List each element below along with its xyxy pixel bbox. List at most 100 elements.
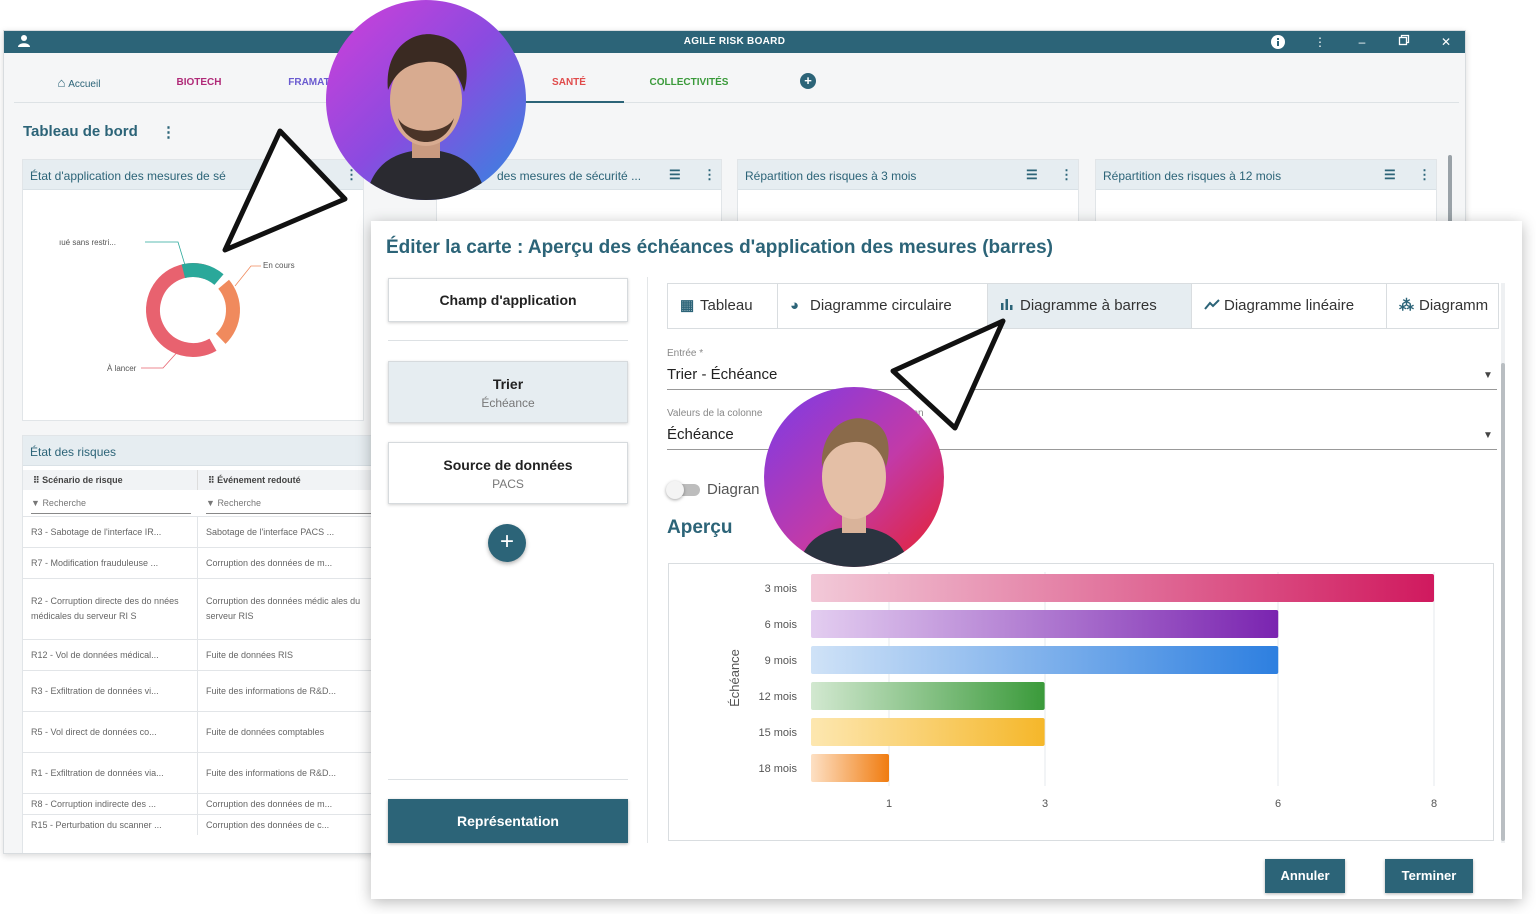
donut-label: ıué sans restri... [59,238,116,247]
more-vertical-icon[interactable]: ⋮ [703,167,716,183]
feared-event-cell: Fuite des informations de R&D... [206,767,337,778]
table-row[interactable]: R3 - Sabotage de l'interface IR... Sabota… [23,516,381,547]
pie-chart-icon: ◕ [790,297,800,314]
feared-event-cell: Fuite des informations de R&D... [206,685,337,696]
bar-chart: 1 3 6 8 3 mois 6 mois 9 mois 12 mois 15 mois 18 m… [727,572,1437,810]
home-icon: ⌂ [57,75,66,90]
more-vertical-icon[interactable]: ⋮ [1060,167,1073,183]
dialog-title: Éditer la carte : Aperçu des échéances d… [386,237,1053,258]
minimize-icon[interactable]: – [1354,34,1370,50]
filter-icon: ▼ [31,498,40,508]
info-icon[interactable] [1270,34,1286,50]
sort-value: Échéance [481,396,535,410]
table-row[interactable]: R15 - Perturbation du scanner ... Corrupt… [23,814,381,835]
preview-title: Aperçu [667,517,733,538]
table-row[interactable]: R3 - Exfiltration de données vi... Fuite … [23,670,381,711]
table-row[interactable]: R12 - Vol de données médical... Fuite de … [23,639,381,670]
tab-diagramme-lineaire[interactable]: Diagramme linéaire [1192,284,1387,328]
tab-label: Diagramme à barres [1020,297,1157,314]
tab-biotech[interactable]: BIOTECH [154,53,244,103]
list-icon[interactable]: ☰ [1384,167,1396,183]
table-row[interactable]: R8 - Corruption indirecte des ... Corrupt… [23,793,381,814]
scatter-chart-icon: ⁂ [1399,297,1414,314]
risk-scenario-cell: R5 - Vol direct de données co... [23,712,198,752]
filter-icon: ▼ [206,498,215,508]
feared-event-cell: Fuite de données comptables [206,726,325,737]
scope-label: Champ d'application [439,292,577,308]
more-vertical-icon[interactable]: ⋮ [1418,167,1431,183]
finish-button[interactable]: Terminer [1385,859,1473,893]
title-bar: AGILE RISK BOARD ⋮ – ✕ [4,31,1465,53]
data-source-label: Source de données [443,457,573,473]
filter-input[interactable]: ▼ Recherche [206,492,376,514]
filter-input[interactable]: ▼ Recherche [31,492,191,514]
add-step-button[interactable]: + [488,524,526,562]
add-tab-button[interactable]: + [796,53,820,103]
divider [388,779,628,780]
list-icon[interactable]: ☰ [669,167,681,183]
table-row[interactable]: R5 - Vol direct de données co... Fuite de… [23,711,381,752]
tab-label: Diagramme circulaire [810,297,952,314]
restore-icon[interactable] [1396,34,1412,50]
feared-event-cell: Corruption des données de m... [206,798,333,809]
toggle-knob[interactable] [666,481,684,499]
tab-label: Diagramm [1419,297,1489,314]
bar[interactable] [811,718,1045,746]
data-source-value: PACS [492,477,524,491]
scrollbar-thumb[interactable] [1501,363,1505,841]
cursor-arrow-icon [222,128,348,253]
y-tick-label: 3 mois [765,583,798,595]
risk-scenario-cell: R12 - Vol de données médical... [23,640,198,670]
x-tick-label: 6 [1275,798,1281,810]
more-vertical-icon[interactable]: ⋮ [1312,34,1328,50]
tab-diagramme-nuage[interactable]: ⁂ Diagramm [1387,284,1498,328]
list-icon[interactable]: ☰ [1026,167,1038,183]
bar[interactable] [811,610,1279,638]
entry-select[interactable]: Trier - Échéance [667,366,777,383]
column-header[interactable]: ⠿ Scénario de risque [23,470,198,490]
column-select[interactable]: Échéance [667,426,734,443]
scope-button[interactable]: Champ d'application [388,278,628,322]
feared-event-cell: Corruption des données de m... [206,557,333,568]
window-title: AGILE RISK BOARD [683,36,786,47]
bar[interactable] [811,574,1434,602]
tab-diagramme-barres[interactable]: Diagramme à barres [988,284,1192,328]
filter-placeholder: Recherche [217,498,261,508]
risk-scenario-cell: R8 - Corruption indirecte des ... [23,794,198,814]
risk-scenario-cell: R3 - Exfiltration de données vi... [23,671,198,711]
feared-event-cell: Corruption des données de c... [206,819,330,830]
bar[interactable] [811,682,1045,710]
table-row[interactable]: R7 - Modification frauduleuse ... Corrupt… [23,547,381,578]
risk-scenario-cell: R3 - Sabotage de l'interface IR... [23,517,198,547]
table-row[interactable]: R2 - Corruption directe des do nnées méd… [23,578,381,639]
page-title: Tableau de bord [23,123,138,140]
nav-tabs: ⌂ Accueil BIOTECH FRAMAT SANTÉ COLLECTIV… [14,53,1459,103]
bar[interactable] [811,754,889,782]
scrollbar[interactable] [1448,155,1452,223]
risk-scenario-cell: R1 - Exfiltration de données via... [23,753,198,793]
tab-collectivites[interactable]: COLLECTIVITÉS [634,53,744,103]
column-header[interactable]: ⠿ Événement redouté [198,470,381,490]
tab-label: Tableau [700,297,753,314]
plus-circle-icon: + [800,73,816,89]
tab-label: Diagramme linéaire [1224,297,1355,314]
close-icon[interactable]: ✕ [1438,34,1454,50]
bar[interactable] [811,646,1279,674]
representation-button[interactable]: Représentation [388,799,628,843]
donut-label: À lancer [107,364,137,373]
chevron-down-icon[interactable]: ▼ [1483,370,1493,381]
risk-table: État des risques ⠿ Scénario de risque ⠿ … [22,435,382,853]
table-row[interactable]: R1 - Exfiltration de données via... Fuite… [23,752,381,793]
chevron-down-icon[interactable]: ▼ [1483,430,1493,441]
tab-sante[interactable]: SANTÉ [514,53,624,103]
tab-tableau[interactable]: ▦ Tableau [668,284,778,328]
card-header: Répartition des risques à 12 mois ☰ ⋮ [1096,160,1436,190]
card-title: Répartition des risques à 3 mois [745,169,917,183]
data-source-button[interactable]: Source de données PACS [388,442,628,504]
tab-accueil[interactable]: ⌂ Accueil [34,53,124,103]
divider [647,277,648,843]
feared-event-cell: Fuite de données RIS [206,649,294,660]
sort-button[interactable]: Trier Échéance [388,361,628,423]
more-vertical-icon[interactable]: ⋮ [161,123,176,141]
cancel-button[interactable]: Annuler [1265,859,1345,893]
